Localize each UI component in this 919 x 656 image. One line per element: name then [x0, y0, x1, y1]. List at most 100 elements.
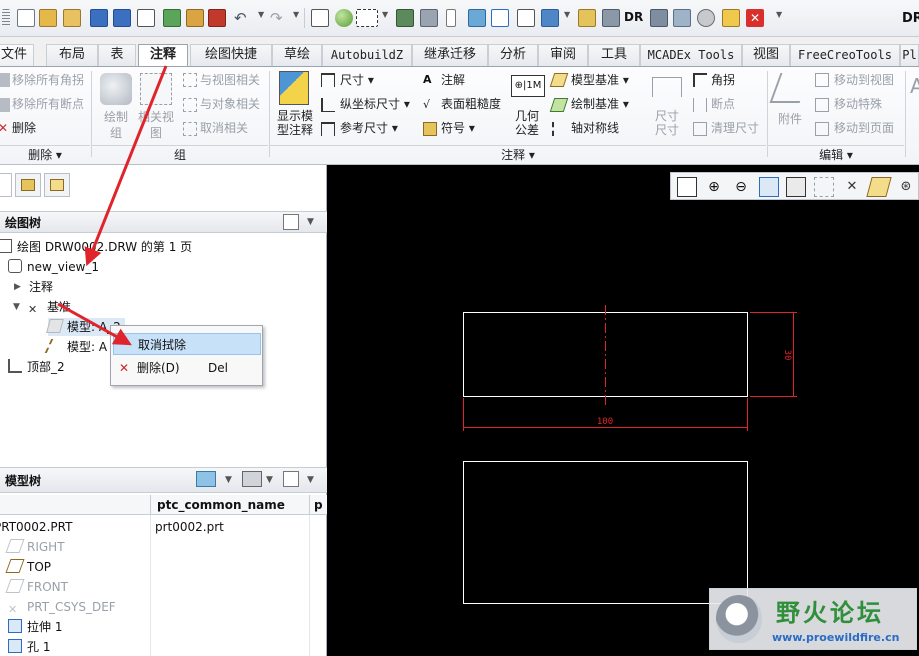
drawing-tree-settings-icon[interactable]: [283, 214, 299, 230]
break-button[interactable]: 断点: [711, 96, 735, 112]
dimension-text-horizontal[interactable]: 100: [597, 417, 613, 427]
datum-display-icon[interactable]: ✕: [842, 177, 862, 197]
tab-analysis[interactable]: 分析: [488, 44, 538, 66]
model-tree-row[interactable]: 孔 1: [8, 638, 50, 656]
tab-layout[interactable]: 布局: [46, 44, 98, 66]
model-tree-row[interactable]: PRT0002.PRT: [0, 518, 72, 536]
remove-all-breaks-button[interactable]: 移除所有断点: [12, 96, 84, 112]
annotation-display-icon[interactable]: ⊛: [896, 177, 916, 197]
graphics-canvas[interactable]: 100 30: [327, 165, 919, 656]
export-dxf-icon[interactable]: [137, 9, 155, 27]
zoom-out-icon[interactable]: ⊖: [731, 177, 751, 197]
repaint-icon[interactable]: [759, 177, 779, 197]
menu-item-delete[interactable]: ✕ 删除(D) Del: [113, 357, 261, 379]
tab-file[interactable]: 文件: [0, 44, 34, 66]
model-tree-row[interactable]: TOP: [5, 558, 51, 576]
transfer-icon[interactable]: [673, 9, 691, 27]
expand-annotations-icon[interactable]: ▶: [14, 282, 21, 292]
sheet-icon[interactable]: [491, 9, 509, 27]
draw-group-button[interactable]: 绘制 组: [101, 109, 131, 141]
move-special-button[interactable]: 移动特殊: [834, 96, 882, 112]
export-file-icon[interactable]: [186, 9, 204, 27]
axis-symmetry-line-button[interactable]: 轴对称线: [571, 120, 619, 136]
open-folder-icon[interactable]: [39, 9, 57, 27]
print-icon[interactable]: [396, 9, 414, 27]
delete-button[interactable]: 删除: [12, 120, 36, 136]
plane-display-icon[interactable]: [866, 177, 892, 197]
windows-icon[interactable]: [541, 9, 559, 27]
zoom-in-icon[interactable]: ⊕: [704, 177, 724, 197]
jog-button[interactable]: 角拐: [711, 72, 735, 88]
tab-table[interactable]: 表: [98, 44, 136, 66]
model-tree-settings-icon[interactable]: [283, 471, 299, 487]
table-icon[interactable]: [517, 9, 535, 27]
tab-mcadex-tools[interactable]: MCADEx Tools: [640, 44, 742, 66]
save-as-icon[interactable]: [113, 9, 131, 27]
model-tree-row[interactable]: 拉伸 1: [8, 618, 62, 636]
dimension-button[interactable]: 尺寸 ▾: [340, 72, 374, 88]
related-view-button[interactable]: 相关视 图: [136, 109, 176, 141]
tree-item-datums[interactable]: ✕ 基准: [28, 298, 71, 316]
tab-inheritance[interactable]: 继承迁移: [412, 44, 488, 66]
edit-group-label[interactable]: 编辑 ▾: [768, 145, 904, 165]
folder-icon[interactable]: [722, 9, 740, 27]
export-image-icon[interactable]: [163, 9, 181, 27]
remove-all-jogs-button[interactable]: 移除所有角拐: [12, 72, 84, 88]
tab-sketch[interactable]: 草绘: [272, 44, 322, 66]
layer-icon[interactable]: [814, 177, 834, 197]
edit-icon[interactable]: [578, 9, 596, 27]
close-icon[interactable]: ✕: [746, 9, 764, 27]
column-common-name[interactable]: ptc_common_name: [157, 498, 285, 512]
tab-tools[interactable]: 工具: [588, 44, 640, 66]
menu-handle-icon[interactable]: [2, 9, 10, 27]
settings-icon[interactable]: [650, 9, 668, 27]
move-to-view-button[interactable]: 移动到视图: [834, 72, 894, 88]
undo-icon[interactable]: ↶: [234, 9, 252, 27]
model-tree-tab[interactable]: [0, 173, 12, 197]
tab-view[interactable]: 视图: [742, 44, 790, 66]
relate-to-view-button[interactable]: 与视图相关: [200, 72, 260, 88]
annotation-group-label[interactable]: 注释 ▾: [270, 145, 766, 165]
model-tree-row[interactable]: ✕ PRT_CSYS_DEF: [8, 598, 116, 616]
tab-autobuildz[interactable]: AutobuildZ: [322, 44, 412, 66]
ordinate-dimension-button[interactable]: 纵坐标尺寸 ▾: [340, 96, 410, 112]
folder-browser-tab[interactable]: [15, 173, 41, 197]
new-file-icon[interactable]: [17, 9, 35, 27]
tree-item-top-view[interactable]: 顶部_2: [8, 358, 65, 376]
model-datum-button[interactable]: 模型基准 ▾: [571, 72, 629, 88]
pdf-icon[interactable]: [208, 9, 226, 27]
tree-item-model-datum[interactable]: 模型: A: [44, 338, 107, 356]
menu-item-unerase[interactable]: 取消拭除: [113, 333, 261, 355]
printer-icon[interactable]: [420, 9, 438, 27]
clock-icon[interactable]: [697, 9, 715, 27]
column-extra[interactable]: p: [314, 498, 323, 512]
model-tree-row[interactable]: RIGHT: [5, 538, 65, 556]
relate-to-object-button[interactable]: 与对象相关: [200, 96, 260, 112]
select-box-icon[interactable]: [356, 9, 378, 27]
tree-item-sheet[interactable]: 绘图 DRW0002.DRW 的第 1 页: [0, 238, 192, 256]
note-button[interactable]: 注解: [441, 72, 465, 88]
redo-icon[interactable]: ↷: [270, 9, 288, 27]
reference-dimension-button[interactable]: 参考尺寸 ▾: [340, 120, 398, 136]
move-to-page-button[interactable]: 移动到页面: [834, 120, 894, 136]
geometric-tolerance-button[interactable]: 几何 公差: [512, 109, 542, 137]
delete-group-label[interactable]: 删除 ▾: [0, 145, 90, 165]
sphere-icon[interactable]: [335, 9, 353, 27]
model-tree-row[interactable]: FRONT: [5, 578, 68, 596]
shape-icon[interactable]: [468, 9, 486, 27]
tree-item-view[interactable]: new_view_1: [8, 258, 99, 276]
tab-drawing-shortcut[interactable]: 绘图快捷: [190, 44, 272, 66]
draw-datum-button[interactable]: 绘制基准 ▾: [571, 96, 629, 112]
text-style-button[interactable]: A: [910, 75, 919, 97]
show-icon[interactable]: [196, 471, 216, 487]
attachment-button[interactable]: 附件: [778, 111, 802, 127]
tab-freecreotools[interactable]: FreeCreoTools: [790, 44, 900, 66]
dimension-text-vertical[interactable]: 30: [782, 350, 792, 361]
page-icon[interactable]: [446, 9, 456, 27]
regenerate-icon[interactable]: [311, 9, 329, 27]
cleanup-dimensions-button[interactable]: 清理尺寸: [711, 120, 759, 136]
refit-icon[interactable]: [677, 177, 697, 197]
favorites-tab[interactable]: [44, 173, 70, 197]
open-file-icon[interactable]: [63, 9, 81, 27]
tree-item-annotations[interactable]: 注释: [29, 278, 53, 296]
